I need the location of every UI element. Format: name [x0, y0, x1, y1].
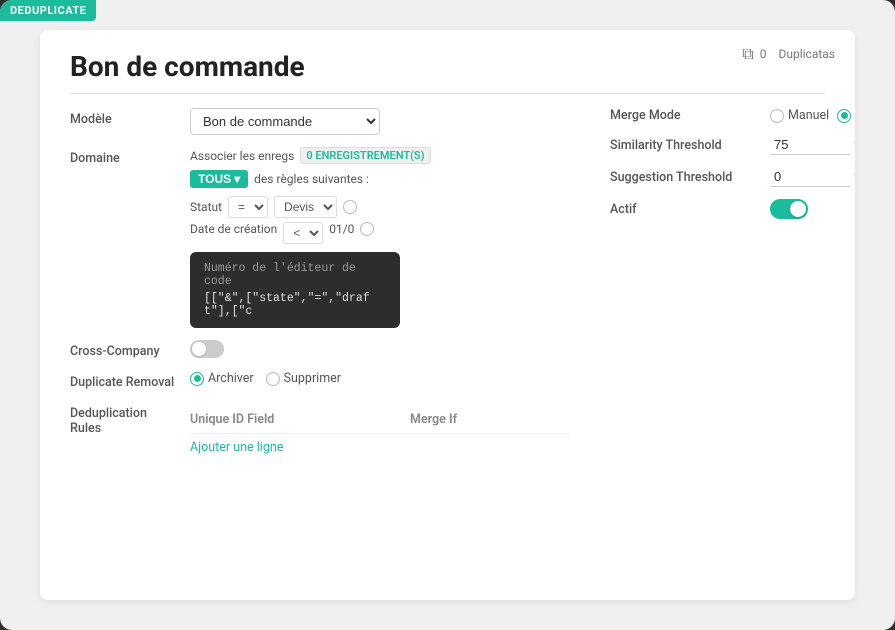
date-op-select[interactable]: <	[283, 222, 323, 244]
date-rule-row: Date de création < 01/0	[190, 222, 570, 244]
domain-header: Associer les enregs 0 ENREGISTREMENT(S)	[190, 147, 570, 164]
archiver-label: Archiver	[208, 371, 254, 386]
archiver-option[interactable]: Archiver	[190, 371, 254, 386]
actif-label: Actif	[610, 202, 760, 217]
enregistrement-badge: 0 ENREGISTREMENT(S)	[300, 147, 430, 164]
merge-if-col-header: Merge If	[410, 412, 570, 427]
suggestion-threshold-row: Suggestion Threshold %	[610, 167, 855, 187]
statut-label: Statut	[190, 200, 222, 214]
unique-id-col-header: Unique ID Field	[190, 412, 390, 427]
copy-icon: ⧉	[742, 44, 753, 64]
merge-mode-row: Merge Mode Manuel Automatique	[610, 108, 855, 123]
statut-radio[interactable]	[343, 200, 357, 214]
cross-company-label: Cross-Company	[70, 340, 180, 359]
dup-removal-options: Archiver Supprimer	[190, 371, 341, 386]
date-label: Date de création	[190, 222, 277, 236]
cross-company-toggle[interactable]	[190, 340, 224, 358]
date-val: 01/0	[329, 222, 354, 236]
domaine-label: Domaine	[70, 147, 180, 166]
tous-button[interactable]: TOUS ▾	[190, 170, 248, 188]
statut-val-select[interactable]: Devis	[274, 196, 337, 218]
suggestion-value-area: %	[770, 167, 855, 187]
automatique-radio[interactable]	[837, 109, 851, 123]
supprimer-option[interactable]: Supprimer	[266, 371, 341, 386]
automatique-option[interactable]: Automatique	[837, 108, 855, 123]
actif-toggle[interactable]	[770, 199, 808, 219]
similarity-percent: %	[854, 138, 855, 152]
deduplication-rules-label: Deduplication Rules	[70, 406, 180, 455]
page-title: Bon de commande	[70, 50, 825, 94]
manuel-option[interactable]: Manuel	[770, 108, 829, 123]
code-editor: Numéro de l'éditeur de code [["&",["stat…	[190, 252, 400, 328]
duplicatas-counter[interactable]: ⧉ 0 Duplicatas	[742, 44, 835, 64]
archiver-radio[interactable]	[190, 372, 204, 386]
modele-select[interactable]: Bon de commande	[190, 108, 380, 135]
dup-count: 0	[760, 47, 767, 61]
domain-area: Associer les enregs 0 ENREGISTREMENT(S) …	[190, 147, 570, 328]
duplicate-removal-label: Duplicate Removal	[70, 371, 180, 390]
modele-field-row: Modèle Bon de commande	[70, 108, 570, 135]
form-area: Modèle Bon de commande Domaine Associer …	[70, 108, 825, 455]
left-col: Modèle Bon de commande Domaine Associer …	[70, 108, 570, 455]
deduplicate-badge: DEDUPLICATE	[0, 0, 96, 21]
suggestion-input[interactable]	[770, 167, 850, 187]
duplicate-removal-row: Duplicate Removal Archiver Supprimer	[70, 371, 570, 390]
main-panel: ⧉ 0 Duplicatas Bon de commande Modèle Bo…	[40, 30, 855, 600]
add-line-link[interactable]: Ajouter une ligne	[190, 440, 570, 455]
similarity-label: Similarity Threshold	[610, 138, 760, 153]
domain-text: Associer les enregs	[190, 149, 294, 163]
merge-mode-label: Merge Mode	[610, 108, 760, 123]
manuel-radio[interactable]	[770, 109, 784, 123]
cross-company-row: Cross-Company	[70, 340, 570, 359]
supprimer-label: Supprimer	[284, 371, 341, 386]
deduplication-rules-section: Deduplication Rules Unique ID Field Merg…	[70, 406, 570, 455]
suggestion-percent: %	[854, 170, 855, 184]
suivantes-text: des règles suivantes :	[254, 172, 369, 186]
code-content: [["&",["state","=","draft"],["c	[204, 292, 386, 318]
statut-op-select[interactable]: =	[228, 196, 268, 218]
similarity-threshold-row: Similarity Threshold %	[610, 135, 855, 155]
similarity-input[interactable]	[770, 135, 850, 155]
statut-rule-row: Statut = Devis	[190, 196, 570, 218]
dup-label: Duplicatas	[778, 47, 835, 61]
modele-value: Bon de commande	[190, 108, 570, 135]
manuel-label: Manuel	[788, 108, 829, 123]
actif-row: Actif	[610, 199, 855, 219]
suggestion-label: Suggestion Threshold	[610, 170, 760, 185]
modele-label: Modèle	[70, 108, 180, 127]
right-col: Merge Mode Manuel Automatique	[610, 108, 855, 455]
date-radio[interactable]	[360, 222, 374, 236]
domaine-field-row: Domaine Associer les enregs 0 ENREGISTRE…	[70, 147, 570, 328]
dedup-table-header: Unique ID Field Merge If	[190, 406, 570, 434]
merge-mode-options: Manuel Automatique	[770, 108, 855, 123]
similarity-value-area: %	[770, 135, 855, 155]
supprimer-radio[interactable]	[266, 372, 280, 386]
code-comment: Numéro de l'éditeur de code	[204, 262, 386, 288]
